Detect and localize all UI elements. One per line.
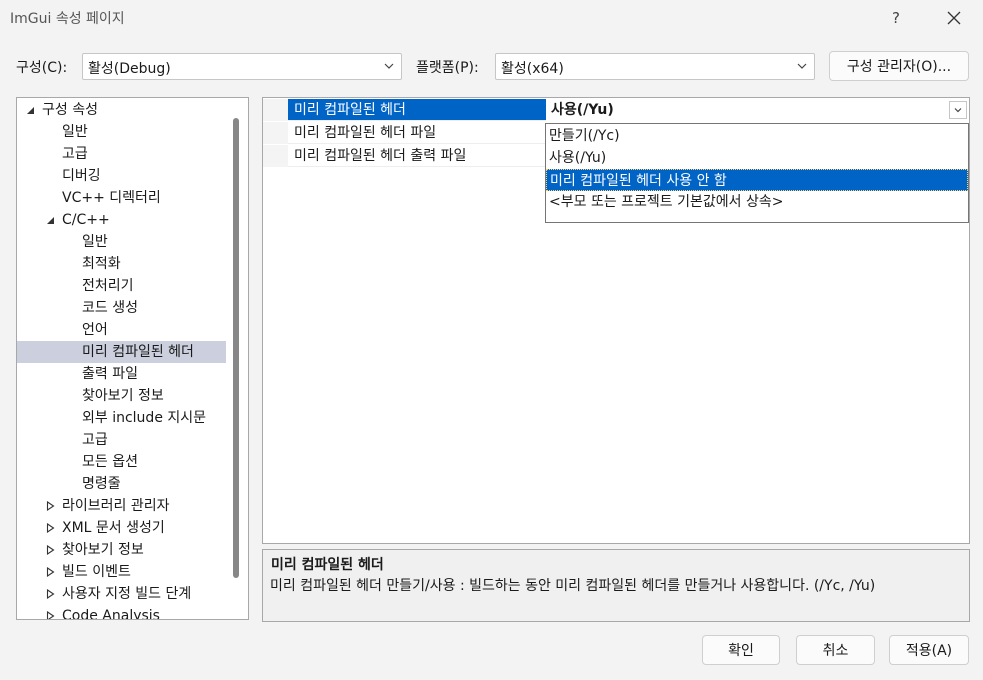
- help-icon: ?: [892, 9, 900, 27]
- tree-item-label: 언어: [82, 322, 108, 338]
- tree-item[interactable]: 언어: [17, 319, 226, 341]
- expanded-arrow-icon[interactable]: [25, 99, 35, 121]
- tree-item[interactable]: 모든 옵션: [17, 451, 226, 473]
- tree-item-label: 최적화: [82, 256, 121, 272]
- apply-button[interactable]: 적용(A): [889, 635, 969, 665]
- help-button[interactable]: ?: [880, 4, 912, 32]
- tree-item[interactable]: 찾아보기 정보: [17, 539, 226, 561]
- close-button[interactable]: [938, 4, 970, 32]
- tree-item[interactable]: XML 문서 생성기: [17, 517, 226, 539]
- tree-item[interactable]: 명령줄: [17, 473, 226, 495]
- tree-item-label: 고급: [62, 146, 88, 162]
- tree-item-label: 모든 옵션: [82, 454, 138, 470]
- tree-item-label: Code Analysis: [62, 608, 160, 620]
- config-combo[interactable]: 활성(Debug): [82, 53, 402, 80]
- cancel-button[interactable]: 취소: [796, 635, 875, 665]
- chevron-down-icon: [384, 63, 394, 69]
- tree-item-label: 사용자 지정 빌드 단계: [62, 586, 192, 602]
- tree-item[interactable]: 고급: [17, 429, 226, 451]
- dropdown-option[interactable]: 만들기(/Yc): [546, 125, 968, 147]
- tree-item-label: 명령줄: [82, 476, 121, 492]
- tree-item-label: 디버깅: [62, 168, 101, 184]
- tree-item-label: VC++ 디렉터리: [62, 190, 161, 206]
- description-text: 미리 컴파일된 헤더 만들기/사용 : 빌드하는 동안 미리 컴파일된 헤더를 …: [270, 578, 876, 594]
- tree-item-label: 라이브러리 관리자: [62, 498, 170, 514]
- chevron-down-icon: [797, 63, 807, 69]
- tree-item[interactable]: 빌드 이벤트: [17, 561, 226, 583]
- tree-item-label: 출력 파일: [82, 366, 138, 382]
- tree-item[interactable]: 찾아보기 정보: [17, 385, 226, 407]
- tree-item[interactable]: 디버깅: [17, 165, 226, 187]
- platform-value: 활성(x64): [501, 61, 564, 77]
- chevron-down-icon: [954, 108, 962, 113]
- tree-item-label: XML 문서 생성기: [62, 520, 165, 536]
- tree-item-label: 일반: [62, 124, 88, 140]
- row-gutter: [263, 122, 288, 144]
- tree-item-label: 찾아보기 정보: [82, 388, 164, 404]
- tree-item-label: C/C++: [62, 212, 110, 228]
- description-panel: 미리 컴파일된 헤더 미리 컴파일된 헤더 만들기/사용 : 빌드하는 동안 미…: [262, 549, 970, 622]
- tree-item-label: 고급: [82, 432, 108, 448]
- dropdown-option[interactable]: <부모 또는 프로젝트 기본값에서 상속>: [546, 191, 968, 213]
- tree-item-label: 전처리기: [82, 278, 134, 294]
- dropdown-toggle-button[interactable]: [949, 101, 967, 119]
- value-dropdown-list[interactable]: 만들기(/Yc) 사용(/Yu) 미리 컴파일된 헤더 사용 안 함 <부모 또는 프…: [545, 123, 969, 223]
- tree-item[interactable]: 일반: [17, 121, 226, 143]
- tree-item-label: 코드 생성: [82, 300, 138, 316]
- platform-label: 플랫폼(P):: [416, 60, 479, 76]
- collapsed-arrow-icon[interactable]: [45, 605, 55, 619]
- window-title: ImGui 속성 페이지: [10, 11, 125, 27]
- property-row[interactable]: 미리 컴파일된 헤더 사용(/Yu): [263, 99, 969, 121]
- config-value: 활성(Debug): [88, 61, 171, 77]
- property-value[interactable]: 사용(/Yu): [546, 99, 969, 121]
- property-name[interactable]: 미리 컴파일된 헤더 파일: [288, 122, 546, 144]
- tree-item[interactable]: 사용자 지정 빌드 단계: [17, 583, 226, 605]
- expanded-arrow-icon[interactable]: [45, 209, 55, 231]
- tree-item[interactable]: 코드 생성: [17, 297, 226, 319]
- tree-item[interactable]: 미리 컴파일된 헤더: [17, 341, 226, 363]
- tree-item[interactable]: 최적화: [17, 253, 226, 275]
- ok-button[interactable]: 확인: [702, 635, 780, 665]
- property-name[interactable]: 미리 컴파일된 헤더 출력 파일: [288, 145, 546, 167]
- platform-combo[interactable]: 활성(x64): [495, 53, 815, 80]
- tree-item[interactable]: 외부 include 지시문: [17, 407, 226, 429]
- tree-item[interactable]: 고급: [17, 143, 226, 165]
- row-gutter: [263, 99, 288, 121]
- description-title: 미리 컴파일된 헤더: [271, 557, 384, 573]
- tree-item[interactable]: 전처리기: [17, 275, 226, 297]
- collapsed-arrow-icon[interactable]: [45, 517, 55, 539]
- config-manager-button[interactable]: 구성 관리자(O)...: [829, 51, 969, 81]
- collapsed-arrow-icon[interactable]: [45, 561, 55, 583]
- tree-item[interactable]: C/C++: [17, 209, 226, 231]
- tree-item-label: 미리 컴파일된 헤더: [82, 344, 194, 360]
- tree-scrollbar[interactable]: [233, 118, 239, 578]
- row-gutter: [263, 145, 288, 167]
- property-tree[interactable]: 구성 속성 일반 고급 디버깅 VC++ 디렉터리 C/C++ 일반 최적화 전처리기 코드 생성…: [16, 97, 249, 620]
- collapsed-arrow-icon[interactable]: [45, 539, 55, 561]
- dropdown-option[interactable]: 미리 컴파일된 헤더 사용 안 함: [546, 169, 968, 191]
- title-bar: ImGui 속성 페이지 ?: [0, 0, 983, 36]
- tree-item[interactable]: 일반: [17, 231, 226, 253]
- tree-item[interactable]: 구성 속성: [17, 99, 226, 121]
- tree-item-label: 빌드 이벤트: [62, 564, 131, 580]
- tree-item[interactable]: Code Analysis: [17, 605, 226, 620]
- property-value-text: 사용(/Yu): [551, 102, 614, 118]
- dropdown-option[interactable]: 사용(/Yu): [546, 147, 968, 169]
- tree-item-label: 구성 속성: [42, 102, 98, 118]
- close-icon: [947, 11, 961, 25]
- tree-item-label: 외부 include 지시문: [82, 410, 207, 426]
- tree-item[interactable]: 출력 파일: [17, 363, 226, 385]
- property-name[interactable]: 미리 컴파일된 헤더: [288, 99, 546, 121]
- collapsed-arrow-icon[interactable]: [45, 495, 55, 517]
- tree-item-label: 찾아보기 정보: [62, 542, 144, 558]
- tree-item[interactable]: 라이브러리 관리자: [17, 495, 226, 517]
- tree-item-label: 일반: [82, 234, 108, 250]
- config-label: 구성(C):: [16, 60, 68, 76]
- collapsed-arrow-icon[interactable]: [45, 583, 55, 605]
- tree-item[interactable]: VC++ 디렉터리: [17, 187, 226, 209]
